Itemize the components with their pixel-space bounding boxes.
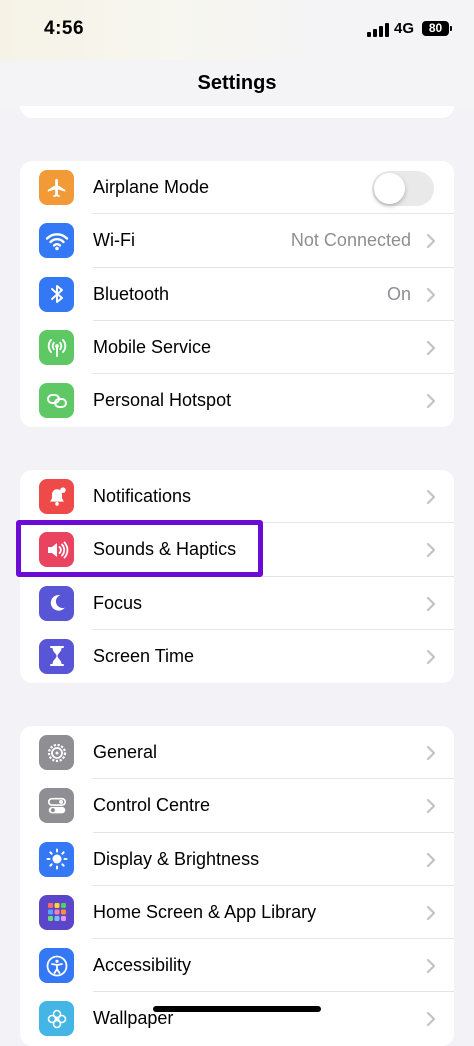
settings-row-label: Focus — [93, 592, 143, 613]
settings-row-label: General — [93, 742, 158, 762]
settings-row-home-screen[interactable]: Home Screen & App Library — [20, 886, 454, 940]
toggle-knob — [374, 173, 405, 204]
cellular-signal-icon — [367, 22, 389, 37]
chevron-right-icon — [426, 340, 436, 355]
settings-row-bluetooth[interactable]: Bluetooth On — [20, 268, 454, 321]
settings-row-label: Home Screen & App Library — [93, 901, 317, 922]
moon-icon — [39, 585, 74, 621]
chevron-right-icon — [426, 489, 436, 505]
bell-icon — [39, 479, 74, 514]
settings-row-display-brightness[interactable]: Display & Brightness — [20, 833, 454, 886]
settings-row-notifications[interactable]: Notifications — [20, 470, 454, 524]
chevron-right-icon — [426, 905, 436, 920]
battery-icon: 80 — [422, 21, 452, 36]
settings-row-label: Airplane Mode — [93, 177, 210, 197]
hourglass-icon — [39, 638, 74, 674]
chevron-right-icon — [426, 543, 436, 558]
chevron-right-icon — [426, 234, 436, 249]
settings-row-label: Bluetooth — [93, 283, 170, 304]
settings-row-mobile-service[interactable]: Mobile Service — [20, 321, 454, 375]
status-bar: 4:56 4G 80 — [0, 0, 474, 60]
chevron-right-icon — [426, 1012, 436, 1027]
chevron-right-icon — [426, 287, 436, 302]
hotspot-link-icon — [39, 383, 74, 419]
settings-row-general[interactable]: General — [20, 726, 454, 780]
airplane-mode-toggle[interactable] — [372, 171, 434, 206]
chevron-right-icon — [426, 799, 436, 814]
settings-row-label: Mobile Service — [93, 336, 212, 357]
chevron-right-icon — [426, 394, 436, 409]
settings-row-personal-hotspot[interactable]: Personal Hotspot — [20, 374, 454, 427]
settings-row-screen-time[interactable]: Screen Time — [20, 630, 454, 683]
home-indicator[interactable] — [153, 1006, 321, 1012]
settings-row-label: Control Centre — [93, 795, 211, 816]
chevron-right-icon — [426, 745, 436, 761]
bluetooth-icon — [39, 276, 74, 312]
settings-row-label: Personal Hotspot — [93, 390, 232, 411]
sun-icon — [39, 841, 74, 877]
airplane-icon — [39, 170, 74, 205]
settings-row-focus[interactable]: Focus — [20, 577, 454, 630]
general-group: General Control Centre Display & Brightn… — [20, 726, 454, 1046]
settings-row-label: Notifications — [93, 486, 192, 506]
settings-row-label: Wi-Fi — [93, 230, 135, 251]
highlight-box — [16, 520, 263, 577]
page-title: Settings — [197, 72, 277, 94]
flower-icon — [39, 1001, 74, 1037]
chevron-right-icon — [426, 596, 436, 611]
settings-row-control-centre[interactable]: Control Centre — [20, 779, 454, 833]
switches-icon — [39, 788, 74, 824]
settings-row-accessibility[interactable]: Accessibility — [20, 939, 454, 993]
antenna-icon — [39, 329, 74, 365]
network-type: 4G — [394, 20, 415, 37]
connectivity-group: Airplane Mode Wi-Fi Not Connected Blueto… — [20, 161, 454, 428]
settings-row-wifi[interactable]: Wi-Fi Not Connected — [20, 214, 454, 268]
chevron-right-icon — [426, 649, 436, 664]
settings-row-label: Screen Time — [93, 645, 195, 666]
gear-icon — [39, 735, 74, 770]
accessibility-icon — [39, 948, 74, 984]
settings-row-label: Accessibility — [93, 955, 192, 976]
wifi-status-value: Not Connected — [290, 230, 411, 251]
previous-group-edge — [20, 106, 454, 118]
settings-row-airplane-mode: Airplane Mode — [20, 161, 454, 215]
settings-row-label: Display & Brightness — [93, 848, 260, 869]
chevron-right-icon — [426, 852, 436, 867]
wifi-icon — [39, 223, 74, 259]
status-time: 4:56 — [44, 18, 85, 39]
settings-row-wallpaper[interactable]: Wallpaper — [20, 992, 454, 1045]
app-grid-icon — [39, 894, 74, 930]
bluetooth-status-value: On — [386, 283, 411, 304]
chevron-right-icon — [426, 959, 436, 974]
